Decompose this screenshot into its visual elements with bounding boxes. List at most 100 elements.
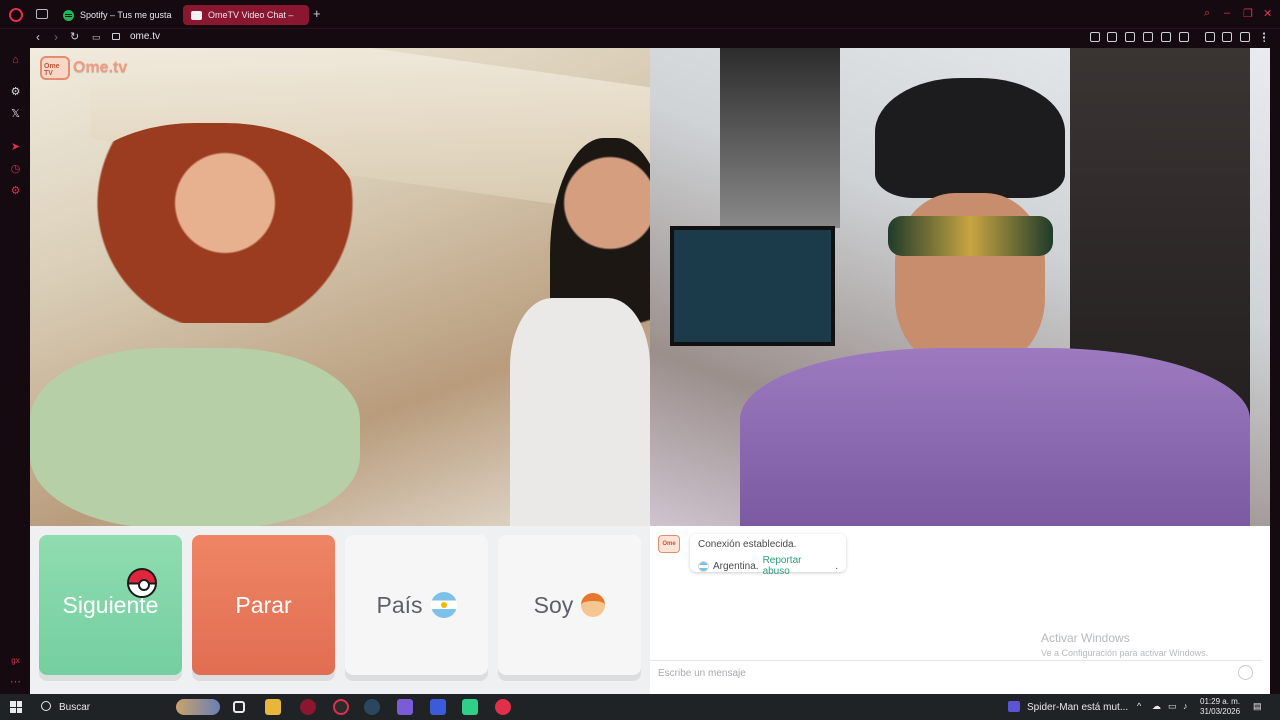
network-icon[interactable]: ▭ <box>1168 701 1177 712</box>
tab-ometv[interactable]: OmeTV Video Chat – <box>183 5 309 25</box>
app-red-icon[interactable] <box>495 699 511 715</box>
ometv-chat-logo-icon: Ome <box>658 535 680 553</box>
boy-avatar-icon <box>581 593 606 617</box>
clock-time: 01:29 a. m. <box>1200 697 1241 706</box>
ometv-page: Ome TV Ome.tv Siguiente Parar País Soy O… <box>30 48 1270 694</box>
sunglasses <box>888 216 1053 256</box>
play-icon[interactable] <box>1161 32 1171 42</box>
url-field[interactable]: ome.tv <box>130 31 160 42</box>
green-pillow <box>30 348 360 526</box>
report-suffix: . <box>835 560 838 572</box>
camera-permission-icon[interactable]: ▭ <box>92 32 101 43</box>
lock-icon[interactable] <box>112 33 120 40</box>
volume-icon[interactable]: ♪ <box>1183 701 1188 711</box>
tab-label: OmeTV Video Chat – <box>208 10 294 20</box>
browser-sidebar: ⌂ ⚙ 𝕏 ➤ ◷ ⚙ gx ⋯ <box>0 48 30 694</box>
widgets-icon[interactable] <box>176 699 220 715</box>
gender-button[interactable]: Soy <box>498 535 641 675</box>
download-icon[interactable] <box>1240 32 1250 42</box>
minimize-icon[interactable]: – <box>1224 7 1230 19</box>
translate-icon[interactable] <box>1143 32 1153 42</box>
watermark-subtitle: Ve a Configuración para activar Windows. <box>1041 648 1209 658</box>
opera-taskbar-icon[interactable] <box>333 699 349 715</box>
back-icon[interactable]: ‹ <box>36 30 40 44</box>
logo-badge-text: Ome TV <box>44 63 60 77</box>
local-video <box>650 48 1270 526</box>
onedrive-icon[interactable]: ☁ <box>1152 701 1161 712</box>
taskbar-clock[interactable]: 01:29 a. m. 31/03/2026 <box>1200 697 1240 717</box>
control-panel: Siguiente Parar País Soy <box>30 526 650 694</box>
black-cap <box>875 78 1065 198</box>
gender-label: Soy <box>533 591 574 618</box>
ometv-logo[interactable]: Ome TV Ome.tv <box>40 56 127 80</box>
more-icon[interactable]: ⋯ <box>9 676 22 689</box>
bookmark-icon[interactable] <box>1090 32 1100 42</box>
pokeball-icon <box>127 568 157 598</box>
country-label: País <box>376 591 423 618</box>
search-icon[interactable] <box>41 701 51 711</box>
chatgpt-icon[interactable]: ⚙ <box>9 86 22 99</box>
windows-start-icon[interactable] <box>10 701 22 713</box>
menu-icon[interactable] <box>1263 32 1267 42</box>
restore-icon[interactable]: ❐ <box>1243 7 1253 20</box>
emoji-icon[interactable] <box>1238 665 1253 680</box>
tv-logo-icon: Ome TV <box>40 56 70 80</box>
remote-video: Ome TV Ome.tv <box>30 48 650 526</box>
task-view-icon[interactable] <box>233 701 245 713</box>
extensions-icon[interactable] <box>1205 32 1215 42</box>
snapshot-icon[interactable] <box>1107 32 1117 42</box>
media-notification-icon <box>1008 701 1020 712</box>
argentina-flag-icon <box>430 592 457 618</box>
shield-icon[interactable] <box>1125 32 1135 42</box>
x-icon[interactable]: 𝕏 <box>9 108 22 121</box>
monitor <box>670 226 835 346</box>
media-notification[interactable]: Spider-Man está mut... <box>1027 702 1128 713</box>
person-curly-hair <box>60 123 360 323</box>
message-input[interactable]: Escribe un mensaje <box>650 660 1262 686</box>
send-icon[interactable]: ➤ <box>9 141 22 154</box>
address-bar: ‹ › ↻ ▭ ome.tv <box>0 29 1280 48</box>
tray-chevron-icon[interactable]: ^ <box>1137 701 1141 711</box>
windows-taskbar: Buscar Spider-Man está mut... ^ ☁ ▭ ♪ 01… <box>0 694 1280 720</box>
aria-icon[interactable]: ⌂ <box>9 54 22 67</box>
windows-activation-watermark: Activar Windows Ve a Configuración para … <box>1041 631 1208 658</box>
steam-icon[interactable] <box>364 699 380 715</box>
app-blue-icon[interactable] <box>430 699 446 715</box>
stop-label: Parar <box>235 591 292 618</box>
profile-icon[interactable] <box>1222 32 1232 42</box>
file-explorer-icon[interactable] <box>265 699 281 715</box>
reload-icon[interactable]: ↻ <box>70 30 79 43</box>
next-button[interactable]: Siguiente <box>39 535 182 675</box>
logo-text: Ome.tv <box>73 59 128 76</box>
new-tab-plus-icon[interactable]: + <box>313 6 321 21</box>
gx-icon[interactable]: gx <box>9 654 22 667</box>
ometv-favicon-icon <box>191 10 202 20</box>
report-abuse-link[interactable]: Reportar abuso <box>763 555 832 577</box>
close-icon[interactable]: ✕ <box>1263 7 1272 20</box>
partner-country: Argentina. <box>712 560 759 572</box>
tab-islands-icon[interactable] <box>36 9 48 19</box>
stop-button[interactable]: Parar <box>192 535 335 675</box>
connection-status: Conexión establecida. <box>698 539 797 550</box>
notification-center-icon[interactable]: ▤ <box>1253 701 1262 712</box>
white-shirt <box>510 298 650 526</box>
settings-icon[interactable]: ⚙ <box>9 185 22 198</box>
country-button[interactable]: País <box>345 535 488 675</box>
heart-icon[interactable] <box>1179 32 1189 42</box>
spotify-icon <box>63 9 74 21</box>
watermark-title: Activar Windows <box>1041 631 1130 645</box>
twitch-icon[interactable] <box>397 699 413 715</box>
tab-label: Spotify – Tus me gusta <box>80 10 172 20</box>
forward-icon[interactable]: › <box>54 30 58 44</box>
opera-gx-icon[interactable] <box>300 699 316 715</box>
history-icon[interactable]: ◷ <box>9 163 22 176</box>
taskbar-search[interactable]: Buscar <box>59 702 90 713</box>
search-tabs-icon[interactable]: ⌕ <box>1204 7 1210 20</box>
opera-logo-icon[interactable] <box>9 8 23 22</box>
poster <box>720 48 840 228</box>
tab-spotify[interactable]: Spotify – Tus me gusta <box>55 5 179 25</box>
browser-tab-bar: Spotify – Tus me gusta OmeTV Video Chat … <box>0 0 1280 29</box>
app-green-icon[interactable] <box>462 699 478 715</box>
clock-date: 31/03/2026 <box>1200 707 1241 716</box>
purple-jersey <box>740 348 1250 526</box>
